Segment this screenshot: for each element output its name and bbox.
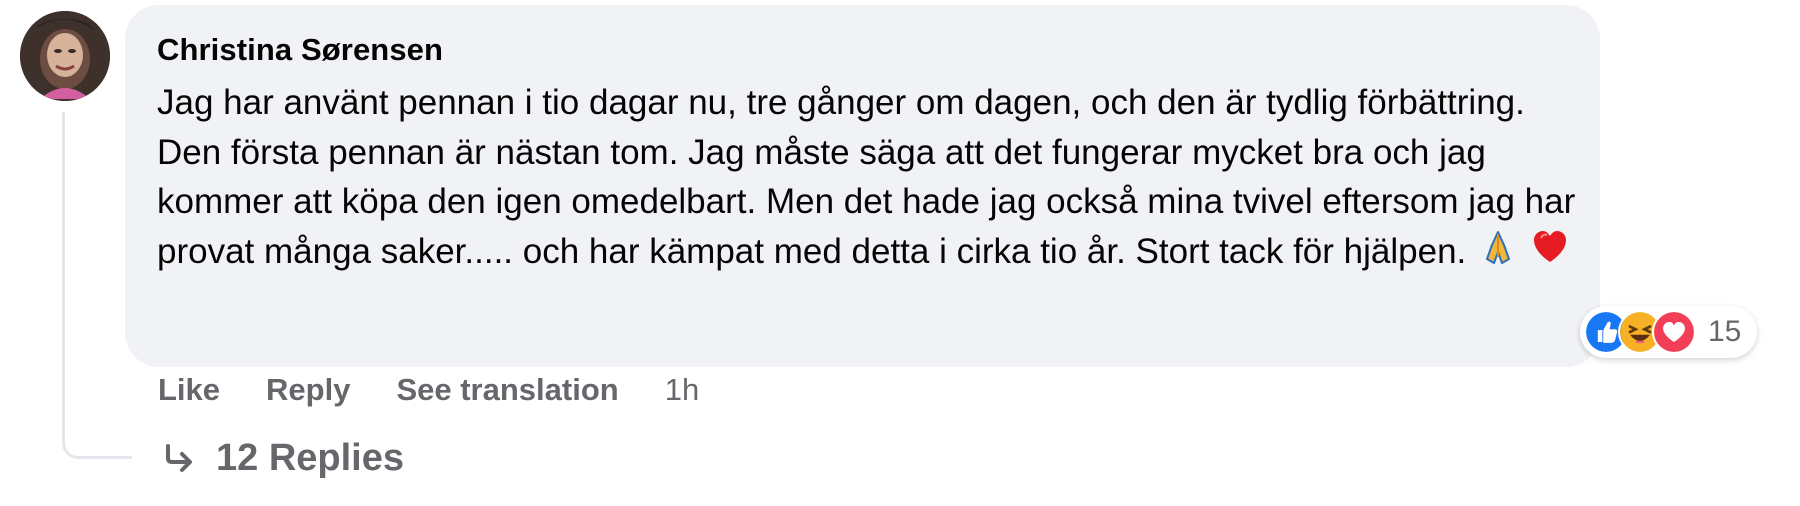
reply-button[interactable]: Reply <box>266 372 350 408</box>
comment-body: Jag har använt pennan i tio dagar nu, tr… <box>157 78 1582 280</box>
reaction-count: 15 <box>1708 315 1742 348</box>
love-icon <box>1652 310 1696 354</box>
comment-author[interactable]: Christina Sørensen <box>157 30 1567 70</box>
reply-arrow-icon <box>166 443 192 472</box>
reaction-icons <box>1584 310 1696 354</box>
comment-actions: Like Reply See translation 1h <box>158 372 699 408</box>
comment-bubble: Christina Sørensen Jag har använt pennan… <box>125 5 1600 367</box>
folded-hands-icon <box>1478 227 1518 281</box>
view-replies-button[interactable]: 12 Replies <box>160 437 404 480</box>
comment-text: Jag har använt pennan i tio dagar nu, tr… <box>157 83 1576 271</box>
avatar-photo <box>20 11 110 101</box>
replies-count-label: 12 Replies <box>216 437 404 479</box>
reaction-summary[interactable]: 15 <box>1580 306 1758 358</box>
comment-timestamp[interactable]: 1h <box>665 372 699 408</box>
thread-connector-line <box>62 112 132 459</box>
avatar[interactable] <box>20 11 110 101</box>
like-button[interactable]: Like <box>158 372 220 408</box>
see-translation-button[interactable]: See translation <box>396 372 618 408</box>
red-heart-icon <box>1530 227 1570 281</box>
